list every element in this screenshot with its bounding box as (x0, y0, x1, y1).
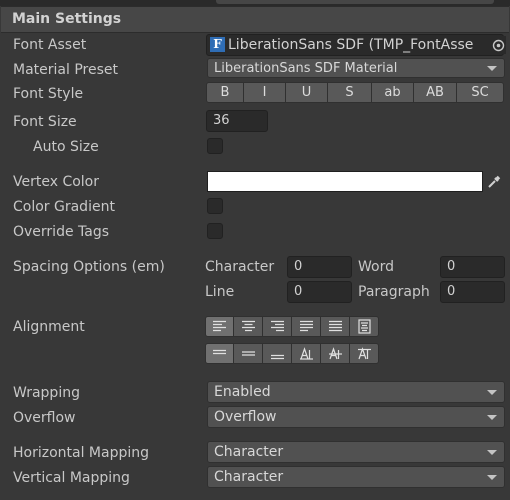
align-bottom-icon[interactable] (263, 343, 292, 364)
uppercase-button[interactable]: AB (414, 82, 457, 103)
paragraph-spacing-label: Paragraph (358, 284, 430, 300)
align-center-icon[interactable] (234, 316, 263, 337)
section-title: Main Settings (12, 11, 122, 27)
bold-button[interactable]: B (206, 82, 244, 103)
font-size-input[interactable]: 36 (206, 110, 268, 132)
vertical-alignment-toolbar (205, 343, 379, 364)
overflow-value: Overflow (214, 409, 277, 425)
character-spacing-input[interactable]: 0 (287, 256, 352, 278)
color-gradient-label: Color Gradient (13, 199, 115, 215)
vertical-mapping-dropdown[interactable]: Character (207, 466, 505, 488)
align-capline-icon[interactable] (350, 343, 379, 364)
alignment-label: Alignment (13, 319, 85, 335)
vertical-mapping-value: Character (214, 469, 284, 485)
align-middle-icon[interactable] (234, 343, 263, 364)
auto-size-checkbox[interactable] (207, 138, 223, 154)
font-style-toolbar: B I U S ab AB SC (206, 82, 504, 103)
material-preset-dropdown[interactable]: LiberationSans SDF Material (207, 58, 505, 78)
justify-icon[interactable] (292, 316, 321, 337)
font-size-label: Font Size (13, 114, 77, 130)
horizontal-mapping-value: Character (214, 444, 284, 460)
align-left-icon[interactable] (205, 316, 234, 337)
override-tags-label: Override Tags (13, 224, 110, 240)
object-picker-icon[interactable] (490, 36, 506, 54)
character-spacing-label: Character (205, 259, 275, 275)
underline-button[interactable]: U (286, 82, 328, 103)
chevron-down-icon (487, 390, 497, 395)
horizontal-mapping-label: Horizontal Mapping (13, 445, 150, 461)
overflow-label: Overflow (13, 410, 76, 426)
italic-button[interactable]: I (244, 82, 286, 103)
chevron-down-icon (487, 415, 497, 420)
auto-size-label: Auto Size (33, 139, 99, 155)
material-preset-label: Material Preset (13, 62, 118, 78)
line-spacing-input[interactable]: 0 (287, 281, 352, 303)
overflow-dropdown[interactable]: Overflow (207, 406, 505, 428)
chevron-down-icon (487, 475, 497, 480)
geometry-center-icon[interactable] (350, 316, 379, 337)
word-spacing-input[interactable]: 0 (440, 256, 505, 278)
font-asset-label: Font Asset (13, 37, 87, 53)
chevron-down-icon (487, 450, 497, 455)
font-asset-icon: F (210, 37, 225, 52)
horizontal-mapping-dropdown[interactable]: Character (207, 441, 505, 463)
horizontal-alignment-toolbar (205, 316, 379, 337)
vertex-color-swatch[interactable] (207, 171, 483, 192)
material-preset-value: LiberationSans SDF Material (214, 61, 398, 76)
align-top-icon[interactable] (205, 343, 234, 364)
section-header-main-settings[interactable]: Main Settings (1, 6, 509, 33)
font-style-label: Font Style (13, 86, 84, 102)
smallcaps-button[interactable]: SC (457, 82, 504, 103)
wrapping-dropdown[interactable]: Enabled (207, 381, 505, 403)
flush-icon[interactable] (321, 316, 350, 337)
paragraph-spacing-input[interactable]: 0 (440, 281, 505, 303)
lowercase-button[interactable]: ab (372, 82, 414, 103)
line-spacing-label: Line (205, 284, 235, 300)
align-midline-icon[interactable] (321, 343, 350, 364)
color-gradient-checkbox[interactable] (207, 198, 223, 214)
align-baseline-icon[interactable] (292, 343, 321, 364)
align-right-icon[interactable] (263, 316, 292, 337)
strikethrough-button[interactable]: S (328, 82, 372, 103)
vertical-mapping-label: Vertical Mapping (13, 470, 130, 486)
wrapping-label: Wrapping (13, 385, 80, 401)
font-asset-field[interactable]: F LiberationSans SDF (TMP_FontAsse (206, 34, 504, 56)
override-tags-checkbox[interactable] (207, 223, 223, 239)
font-asset-value: LiberationSans SDF (TMP_FontAsse (228, 37, 474, 53)
spacing-label: Spacing Options (em) (13, 259, 165, 275)
eyedropper-icon[interactable] (484, 171, 504, 192)
word-spacing-label: Word (358, 259, 394, 275)
wrapping-value: Enabled (214, 384, 271, 400)
vertex-color-label: Vertex Color (13, 174, 100, 190)
chevron-down-icon (487, 66, 497, 71)
